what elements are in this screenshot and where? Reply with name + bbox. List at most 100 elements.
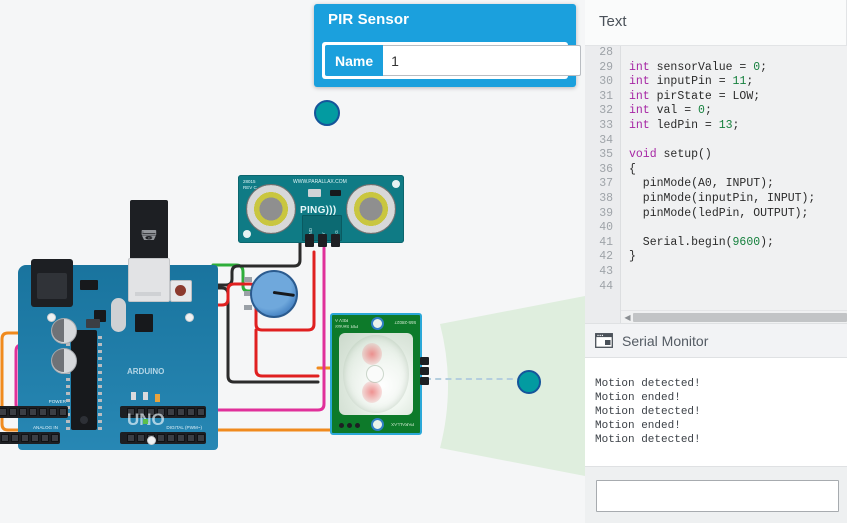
- pir-brand-silk: PARALLAX: [391, 422, 414, 427]
- name-field-label: Name: [325, 45, 384, 76]
- chip-legs-left: [98, 330, 102, 430]
- line-number: 31: [599, 89, 613, 103]
- pir-name-silk: PIR Sensor: [335, 324, 359, 329]
- arduino-uno-board[interactable]: DIGITAL (PWM~) ANALOG IN POWER ARDUINO 🖴: [0, 200, 218, 450]
- name-input[interactable]: [383, 45, 582, 76]
- line-number: 37: [599, 177, 613, 191]
- pir-pin-1[interactable]: [420, 377, 429, 385]
- serial-monitor-footer: [585, 466, 847, 523]
- code-line[interactable]: [621, 134, 847, 149]
- code-editor[interactable]: 28 29 30 31 32 33 34 35 36 37 38 39 40 41 42 43 44 int s…: [585, 46, 847, 323]
- pir-part-silk: 555-28027: [394, 320, 416, 325]
- serial-monitor-title: Serial Monitor: [622, 332, 709, 349]
- led-l: [155, 394, 160, 402]
- analog-header[interactable]: [0, 432, 60, 444]
- ping-header-5v[interactable]: [318, 234, 327, 247]
- code-line[interactable]: [621, 46, 847, 61]
- tinkercad-circuits-workspace: DIGITAL (PWM~) ANALOG IN POWER ARDUINO 🖴…: [0, 0, 847, 523]
- code-line[interactable]: pinMode(ledPin, OUTPUT);: [621, 207, 847, 222]
- code-line[interactable]: [621, 221, 847, 236]
- line-number: 43: [599, 264, 613, 278]
- serial-monitor-output: Motion detected! Motion ended! Motion de…: [585, 369, 847, 477]
- barrel-jack[interactable]: [31, 259, 73, 307]
- mount-hole-bl: [185, 313, 194, 322]
- pir-led-2: [347, 423, 352, 428]
- scrollbar-thumb[interactable]: [633, 313, 847, 322]
- pir-mount-ring-bottom: [371, 317, 384, 330]
- code-line[interactable]: [621, 280, 847, 295]
- pir-range-handle[interactable]: [517, 370, 541, 394]
- code-horizontal-scrollbar[interactable]: ◀: [621, 310, 847, 323]
- pir-sensor-inspector-panel[interactable]: PIR Sensor Name: [314, 4, 582, 87]
- code-line[interactable]: pinMode(inputPin, INPUT);: [621, 192, 847, 207]
- code-line[interactable]: int ledPin = 13;: [621, 119, 847, 134]
- pot-leg-3[interactable]: [244, 305, 252, 310]
- line-number: 33: [599, 118, 613, 132]
- code-content[interactable]: int sensorValue = 0; int inputPin = 11; in…: [621, 46, 847, 323]
- ultrasonic-distance-sensor[interactable]: 28015 REV C WWW.PARALLAX.COM PING))) GND…: [238, 175, 404, 247]
- pir-led-3: [339, 423, 344, 428]
- line-number: 44: [599, 279, 613, 293]
- line-number: 39: [599, 206, 613, 220]
- tab-text[interactable]: Text: [599, 13, 627, 30]
- code-line[interactable]: [621, 265, 847, 280]
- code-line[interactable]: pinMode(A0, INPUT);: [621, 177, 847, 192]
- usb-cable-plug[interactable]: [130, 200, 168, 262]
- pot-leg-1[interactable]: [244, 277, 252, 282]
- code-line[interactable]: int sensorValue = 0;: [621, 61, 847, 76]
- smd-ic-1: [135, 314, 153, 332]
- pir-pin-2[interactable]: [420, 367, 429, 375]
- wire-red-ping-to-pir: [254, 328, 320, 378]
- line-number: 28: [599, 46, 613, 59]
- ping-website: WWW.PARALLAX.COM: [293, 179, 347, 185]
- code-line[interactable]: }: [621, 250, 847, 265]
- serial-send-input[interactable]: [596, 480, 839, 512]
- inspector-name-row: Name: [322, 42, 582, 79]
- code-line[interactable]: int inputPin = 11;: [621, 75, 847, 90]
- pir-sensor-module[interactable]: PARALLAX 555-28027 PIR Sensor REV A: [330, 313, 429, 435]
- crystal-oscillator: [111, 298, 126, 332]
- mount-hole-tl: [147, 436, 156, 445]
- mount-hole-br: [47, 313, 56, 322]
- line-number: 40: [599, 221, 613, 235]
- ping-header-sig[interactable]: [331, 234, 340, 247]
- ping-smd-chip: [330, 190, 341, 196]
- code-and-serial-panel: Text 28 29 30 31 32 33 34 35 36 37 38 39 40 41 42 43 44 …: [585, 0, 847, 523]
- selection-handle-top[interactable]: [314, 100, 340, 126]
- usb-port[interactable]: [128, 258, 170, 302]
- electrolytic-cap-2: [51, 318, 77, 344]
- ping-header-gnd[interactable]: [305, 234, 314, 247]
- pir-hotspot-top: [362, 381, 382, 403]
- line-number: 38: [599, 191, 613, 205]
- code-line[interactable]: Serial.begin(9600);: [621, 236, 847, 251]
- led-on: [143, 419, 148, 424]
- ping-hole-bl: [243, 230, 251, 238]
- power-header[interactable]: [0, 406, 68, 418]
- led-rx: [131, 392, 136, 400]
- circuit-canvas[interactable]: DIGITAL (PWM~) ANALOG IN POWER ARDUINO 🖴…: [0, 0, 585, 523]
- code-editor-tabbar[interactable]: Text: [585, 0, 847, 46]
- led-tx: [143, 392, 148, 400]
- code-line[interactable]: int val = 0;: [621, 104, 847, 119]
- line-number: 34: [599, 133, 613, 147]
- line-number: 42: [599, 250, 613, 264]
- reset-button[interactable]: [170, 280, 192, 302]
- digital-header-a[interactable]: [120, 432, 206, 444]
- scroll-left-arrow[interactable]: ◀: [623, 312, 632, 323]
- atmega-chip: [71, 330, 97, 430]
- ping-transducer-left: [246, 184, 296, 234]
- line-number: 29: [599, 60, 613, 74]
- pir-pin-3[interactable]: [420, 357, 429, 365]
- electrolytic-cap-1: [51, 348, 77, 374]
- code-line[interactable]: void setup(): [621, 148, 847, 163]
- smd-regulator: [80, 280, 98, 290]
- pir-mount-ring-top: [371, 418, 384, 431]
- serial-monitor-header[interactable]: Serial Monitor: [585, 323, 847, 358]
- ping-pin-block[interactable]: GND 5V SIG: [302, 215, 342, 247]
- ping-part-number: 28015: [243, 179, 256, 184]
- inspector-title: PIR Sensor: [328, 11, 410, 28]
- code-line[interactable]: int pirState = LOW;: [621, 90, 847, 105]
- potentiometer[interactable]: [250, 270, 298, 318]
- code-line[interactable]: {: [621, 163, 847, 178]
- ping-smd-block: [308, 189, 321, 197]
